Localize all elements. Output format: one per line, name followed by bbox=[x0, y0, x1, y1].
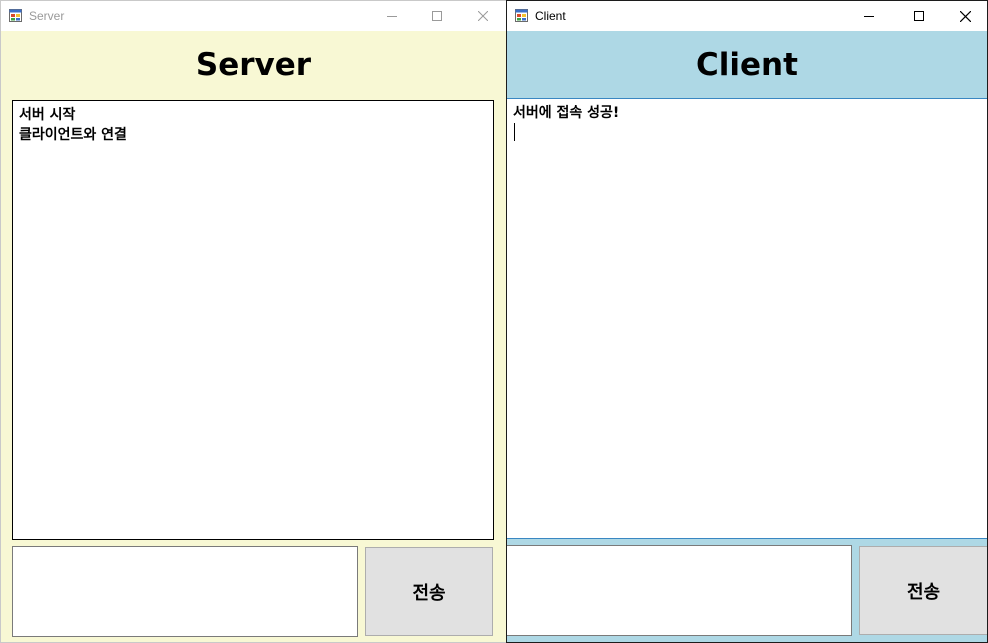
window-title: Client bbox=[535, 9, 566, 23]
log-line: 클라이언트와 연결 bbox=[19, 127, 127, 143]
app-icon bbox=[515, 9, 528, 22]
server-log-textbox[interactable]: 서버 시작 클라이언트와 연결 bbox=[12, 100, 494, 540]
client-log-textbox[interactable]: 서버에 접속 성공! bbox=[507, 98, 987, 539]
app-icon bbox=[9, 9, 22, 22]
minimize-icon bbox=[864, 16, 874, 17]
minimize-icon bbox=[387, 16, 397, 17]
client-window: Client Client 서버에 접속 성공! 전송 bbox=[506, 0, 988, 643]
maximize-icon bbox=[914, 11, 924, 21]
log-line: 서버에 접속 성공! bbox=[513, 105, 620, 121]
page-title: Server bbox=[195, 47, 312, 83]
minimize-button[interactable] bbox=[846, 1, 892, 31]
server-window: Server Server 서버 시작 클라이언트와 연결 전송 bbox=[0, 0, 506, 643]
send-button[interactable]: 전송 bbox=[365, 547, 493, 636]
close-icon bbox=[478, 11, 488, 21]
message-input[interactable] bbox=[507, 545, 852, 636]
maximize-icon bbox=[432, 11, 442, 21]
text-caret bbox=[514, 123, 515, 141]
client-titlebar[interactable]: Client bbox=[507, 1, 987, 31]
server-titlebar[interactable]: Server bbox=[1, 1, 506, 31]
page-title: Client bbox=[696, 47, 798, 83]
maximize-button[interactable] bbox=[414, 1, 460, 31]
minimize-button[interactable] bbox=[369, 1, 415, 31]
maximize-button[interactable] bbox=[896, 1, 942, 31]
close-button[interactable] bbox=[942, 1, 987, 31]
window-title: Server bbox=[29, 9, 65, 23]
close-button[interactable] bbox=[460, 1, 506, 31]
send-button[interactable]: 전송 bbox=[859, 546, 987, 635]
log-line: 서버 시작 bbox=[19, 107, 76, 123]
message-input[interactable] bbox=[12, 546, 358, 637]
close-icon bbox=[959, 10, 971, 22]
